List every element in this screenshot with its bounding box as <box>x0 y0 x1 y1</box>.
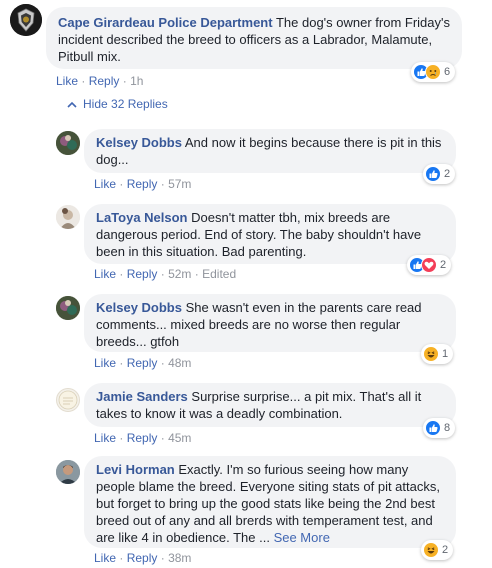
timestamp[interactable]: 1h <box>130 74 143 88</box>
reaction-summary[interactable]: 2 <box>423 164 456 184</box>
comment-author-link[interactable]: Jamie Sanders <box>96 389 188 404</box>
reply-link[interactable]: Reply <box>127 177 158 191</box>
timestamp[interactable]: 52m <box>168 267 191 281</box>
comment-author-link[interactable]: Levi Horman <box>96 462 175 477</box>
like-link[interactable]: Like <box>94 431 116 445</box>
avatar[interactable] <box>56 205 80 229</box>
comment-actions: Like · Reply · 38m <box>94 551 192 565</box>
edited-label[interactable]: Edited <box>202 267 236 281</box>
reaction-count: 8 <box>444 422 451 434</box>
police-badge-avatar[interactable] <box>10 4 42 36</box>
reaction-count: 2 <box>440 259 447 271</box>
like-link[interactable]: Like <box>56 74 78 88</box>
see-more-link[interactable]: See More <box>274 530 330 545</box>
love-reaction-icon <box>421 257 437 273</box>
reply-link[interactable]: Reply <box>127 267 158 281</box>
comment-bubble: Kelsey Dobbs She wasn't even in the pare… <box>84 294 456 352</box>
comment-actions: Like · Reply · 52m · Edited <box>94 267 237 281</box>
like-link[interactable]: Like <box>94 267 116 281</box>
badge-icon <box>10 4 42 36</box>
comment-author-link[interactable]: Kelsey Dobbs <box>96 300 182 315</box>
comment-bubble: Jamie Sanders Surprise surprise... a pit… <box>84 383 456 427</box>
reply-link[interactable]: Reply <box>89 74 120 88</box>
comment-actions: Like · Reply · 48m <box>94 356 192 370</box>
comment-bubble: Levi Horman Exactly. I'm so furious seei… <box>84 456 456 548</box>
like-link[interactable]: Like <box>94 551 116 565</box>
reaction-count: 6 <box>444 66 451 78</box>
comment-actions: Like · Reply · 57m <box>94 177 192 191</box>
comment-author-link[interactable]: Kelsey Dobbs <box>96 135 182 150</box>
reaction-summary[interactable]: 8 <box>423 418 456 438</box>
reaction-summary[interactable]: 1 <box>421 344 454 364</box>
avatar[interactable] <box>56 131 80 155</box>
hide-replies-link[interactable]: Hide 32 Replies <box>67 97 168 111</box>
haha-reaction-icon <box>423 346 439 362</box>
comment-bubble: Kelsey Dobbs And now it begins because t… <box>84 129 456 173</box>
comment-bubble: Cape Girardeau Police Department The dog… <box>46 7 462 69</box>
avatar[interactable] <box>56 388 80 412</box>
reply-link[interactable]: Reply <box>127 551 158 565</box>
avatar[interactable] <box>56 296 80 320</box>
comment-author-link[interactable]: LaToya Nelson <box>96 210 188 225</box>
like-link[interactable]: Like <box>94 356 116 370</box>
timestamp[interactable]: 38m <box>168 551 191 565</box>
sad-reaction-icon <box>425 64 441 80</box>
comment-actions: Like · Reply · 45m <box>94 431 192 445</box>
comment-bubble: LaToya Nelson Doesn't matter tbh, mix br… <box>84 204 456 264</box>
hide-replies-label: Hide 32 Replies <box>83 97 168 111</box>
haha-reaction-icon <box>423 542 439 558</box>
reaction-count: 2 <box>444 168 451 180</box>
reply-link[interactable]: Reply <box>127 431 158 445</box>
timestamp[interactable]: 48m <box>168 356 191 370</box>
timestamp[interactable]: 57m <box>168 177 191 191</box>
reaction-summary[interactable]: 6 <box>411 62 456 82</box>
reply-link[interactable]: Reply <box>127 356 158 370</box>
comment-actions: Like · Reply · 1h <box>56 74 144 88</box>
timestamp[interactable]: 45m <box>168 431 191 445</box>
reaction-count: 1 <box>442 348 449 360</box>
like-link[interactable]: Like <box>94 177 116 191</box>
reaction-summary[interactable]: 2 <box>407 255 452 275</box>
reaction-count: 2 <box>442 544 449 556</box>
like-reaction-icon <box>425 420 441 436</box>
chevron-up-icon <box>67 97 77 111</box>
reaction-summary[interactable]: 2 <box>421 540 454 560</box>
like-reaction-icon <box>425 166 441 182</box>
comment-author-link[interactable]: Cape Girardeau Police Department <box>58 15 273 30</box>
avatar[interactable] <box>56 460 80 484</box>
